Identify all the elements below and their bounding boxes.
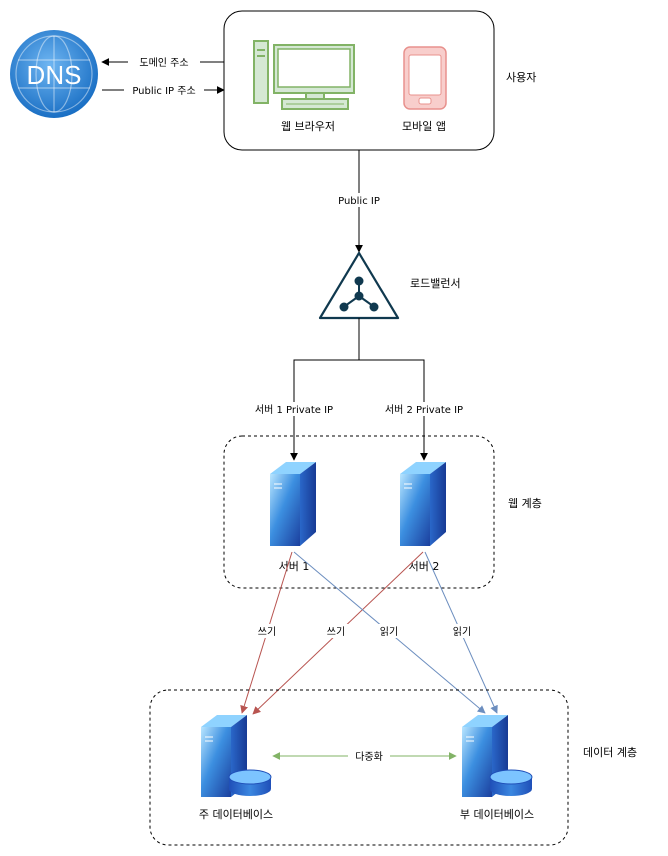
users-group-label: 사용자 [506, 71, 536, 84]
web-tier-box [223, 435, 495, 589]
web-browser-label: 웹 브라우저 [281, 120, 335, 133]
server1-label: 서버 1 [279, 560, 310, 573]
dns-label: DNS [27, 60, 82, 90]
lb-to-server1-arrow [290, 318, 360, 461]
slave-database-label: 부 데이터베이스 [460, 808, 534, 821]
write2-label: 쓰기 [327, 626, 345, 638]
read1-label: 읽기 [380, 625, 398, 638]
server1-private-ip-label: 서버 1 Private IP [255, 404, 333, 416]
server2-private-ip-label: 서버 2 Private IP [385, 404, 463, 416]
public-ip-address-label: Public IP 주소 [132, 85, 195, 97]
mobile-phone-icon [403, 46, 447, 110]
computer-icon [253, 40, 355, 110]
slave-database-icon [462, 715, 533, 797]
replication-label: 다중화 [355, 751, 383, 763]
server2-icon [400, 462, 446, 546]
master-database-label: 주 데이터베이스 [199, 808, 273, 821]
read2-label: 읽기 [453, 625, 471, 638]
write1-label: 쓰기 [258, 626, 276, 638]
server1-icon [270, 462, 316, 546]
domain-address-label: 도메인 주소 [139, 57, 188, 69]
data-tier-label: 데이터 계층 [583, 746, 637, 759]
public-ip-label: Public IP [338, 196, 380, 207]
architecture-diagram: DNS 도메인 주소 Public IP 주소 웹 브라우저 모바일 앱 사용자… [10, 10, 637, 846]
mobile-app-label: 모바일 앱 [402, 119, 446, 133]
web-tier-label: 웹 계층 [508, 497, 542, 510]
load-balancer-icon [318, 251, 400, 320]
load-balancer-label: 로드밸런서 [410, 277, 461, 290]
master-database-icon [201, 715, 272, 797]
